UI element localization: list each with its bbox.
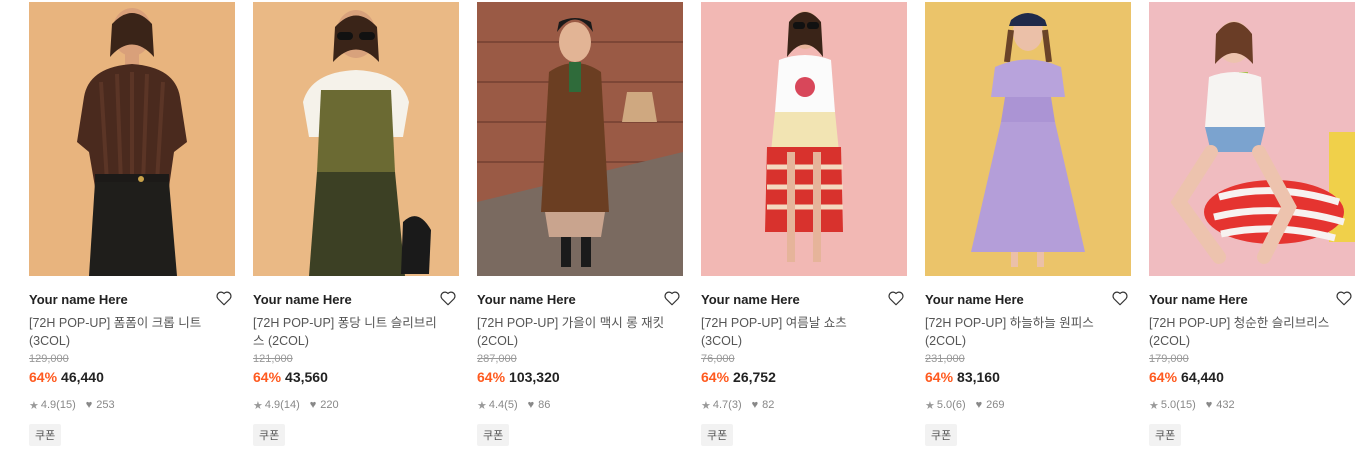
- brand-name[interactable]: Your name Here: [701, 292, 907, 308]
- sale-price: 26,752: [733, 369, 776, 385]
- product-stats: ★ 4.7 (3) ♥ 82: [701, 398, 907, 412]
- discount-rate: 64%: [701, 369, 730, 385]
- product-image[interactable]: [253, 2, 459, 276]
- product-stats: ★ 4.9 (15) ♥ 253: [29, 398, 235, 412]
- sale-price: 46,440: [61, 369, 104, 385]
- product-title[interactable]: [72H POP-UP] 청순한 슬리브리스 (2COL): [1149, 314, 1339, 350]
- product-card[interactable]: Your name Here [72H POP-UP] 폼폼이 크롭 니트 (3…: [29, 2, 235, 446]
- product-image[interactable]: [1149, 2, 1355, 276]
- heart-icon: ♥: [85, 399, 93, 411]
- price-line: 64% 64,440: [1149, 367, 1355, 387]
- product-stats: ★ 4.4 (5) ♥ 86: [477, 398, 683, 412]
- coupon-badge[interactable]: 쿠폰: [1149, 424, 1182, 446]
- discount-rate: 64%: [1149, 369, 1178, 385]
- sale-price: 83,160: [957, 369, 1000, 385]
- heart-icon: ♥: [1205, 399, 1213, 411]
- rating-value: 4.9: [40, 399, 57, 411]
- review-count: (15): [1176, 399, 1196, 411]
- price-line: 64% 46,440: [29, 367, 235, 387]
- price-line: 64% 83,160: [925, 367, 1131, 387]
- discount-rate: 64%: [253, 369, 282, 385]
- product-title[interactable]: [72H POP-UP] 퐁당 니트 슬리브리스 (2COL): [253, 314, 443, 350]
- sale-price: 64,440: [1181, 369, 1224, 385]
- review-count: (14): [280, 399, 300, 411]
- sale-price: 43,560: [285, 369, 328, 385]
- original-price: 121,000: [253, 353, 293, 365]
- sale-price: 103,320: [509, 369, 560, 385]
- product-image[interactable]: [701, 2, 907, 276]
- like-count: 220: [320, 399, 339, 411]
- heart-outline-icon[interactable]: [663, 289, 681, 307]
- coupon-badge[interactable]: 쿠폰: [253, 424, 286, 446]
- price-line: 64% 26,752: [701, 367, 907, 387]
- like-count: 86: [538, 399, 551, 411]
- like-count: 253: [96, 399, 115, 411]
- price-line: 64% 103,320: [477, 367, 683, 387]
- review-count: (6): [952, 399, 966, 411]
- discount-rate: 64%: [477, 369, 506, 385]
- original-price: 76,000: [701, 353, 735, 365]
- star-icon: ★: [253, 399, 263, 412]
- like-count: 269: [986, 399, 1005, 411]
- heart-icon: ♥: [527, 399, 535, 411]
- heart-outline-icon[interactable]: [1111, 289, 1129, 307]
- coupon-badge[interactable]: 쿠폰: [477, 424, 510, 446]
- heart-outline-icon[interactable]: [215, 289, 233, 307]
- product-card[interactable]: Your name Here [72H POP-UP] 가을이 맥시 롱 재킷 …: [477, 2, 683, 446]
- like-count: 82: [762, 399, 775, 411]
- star-icon: ★: [1149, 399, 1159, 412]
- brand-name[interactable]: Your name Here: [925, 292, 1131, 308]
- product-image[interactable]: [29, 2, 235, 276]
- rating-value: 5.0: [1160, 399, 1177, 411]
- original-price: 129,000: [29, 353, 69, 365]
- heart-icon: ♥: [751, 399, 759, 411]
- review-count: (5): [504, 399, 518, 411]
- review-count: (15): [56, 399, 76, 411]
- product-stats: ★ 4.9 (14) ♥ 220: [253, 398, 459, 412]
- like-count: 432: [1216, 399, 1235, 411]
- star-icon: ★: [925, 399, 935, 412]
- heart-outline-icon[interactable]: [439, 289, 457, 307]
- brand-name[interactable]: Your name Here: [477, 292, 683, 308]
- product-card[interactable]: Your name Here [72H POP-UP] 하늘하늘 원피스 (2C…: [925, 2, 1131, 446]
- price-line: 64% 43,560: [253, 367, 459, 387]
- review-count: (3): [728, 399, 742, 411]
- heart-icon: ♥: [975, 399, 983, 411]
- heart-outline-icon[interactable]: [887, 289, 905, 307]
- product-image[interactable]: [925, 2, 1131, 276]
- product-card[interactable]: Your name Here [72H POP-UP] 여름날 쇼츠 (3COL…: [701, 2, 907, 446]
- star-icon: ★: [477, 399, 487, 412]
- star-icon: ★: [29, 399, 39, 412]
- product-title[interactable]: [72H POP-UP] 가을이 맥시 롱 재킷 (2COL): [477, 314, 667, 350]
- product-card[interactable]: Your name Here [72H POP-UP] 청순한 슬리브리스 (2…: [1149, 2, 1355, 446]
- rating-value: 5.0: [936, 399, 953, 411]
- star-icon: ★: [701, 399, 711, 412]
- original-price: 179,000: [1149, 353, 1189, 365]
- heart-icon: ♥: [309, 399, 317, 411]
- original-price: 287,000: [477, 353, 517, 365]
- coupon-badge[interactable]: 쿠폰: [701, 424, 734, 446]
- product-image[interactable]: [477, 2, 683, 276]
- brand-name[interactable]: Your name Here: [1149, 292, 1355, 308]
- rating-value: 4.7: [712, 399, 729, 411]
- heart-outline-icon[interactable]: [1335, 289, 1353, 307]
- product-title[interactable]: [72H POP-UP] 하늘하늘 원피스 (2COL): [925, 314, 1115, 350]
- discount-rate: 64%: [925, 369, 954, 385]
- product-stats: ★ 5.0 (15) ♥ 432: [1149, 398, 1355, 412]
- product-title[interactable]: [72H POP-UP] 여름날 쇼츠 (3COL): [701, 314, 891, 350]
- coupon-badge[interactable]: 쿠폰: [925, 424, 958, 446]
- product-grid: Your name Here [72H POP-UP] 폼폼이 크롭 니트 (3…: [0, 0, 1364, 467]
- product-title[interactable]: [72H POP-UP] 폼폼이 크롭 니트 (3COL): [29, 314, 219, 350]
- brand-name[interactable]: Your name Here: [29, 292, 235, 308]
- discount-rate: 64%: [29, 369, 58, 385]
- brand-name[interactable]: Your name Here: [253, 292, 459, 308]
- product-card[interactable]: Your name Here [72H POP-UP] 퐁당 니트 슬리브리스 …: [253, 2, 459, 446]
- coupon-badge[interactable]: 쿠폰: [29, 424, 62, 446]
- product-stats: ★ 5.0 (6) ♥ 269: [925, 398, 1131, 412]
- rating-value: 4.4: [488, 399, 505, 411]
- rating-value: 4.9: [264, 399, 281, 411]
- original-price: 231,000: [925, 353, 965, 365]
